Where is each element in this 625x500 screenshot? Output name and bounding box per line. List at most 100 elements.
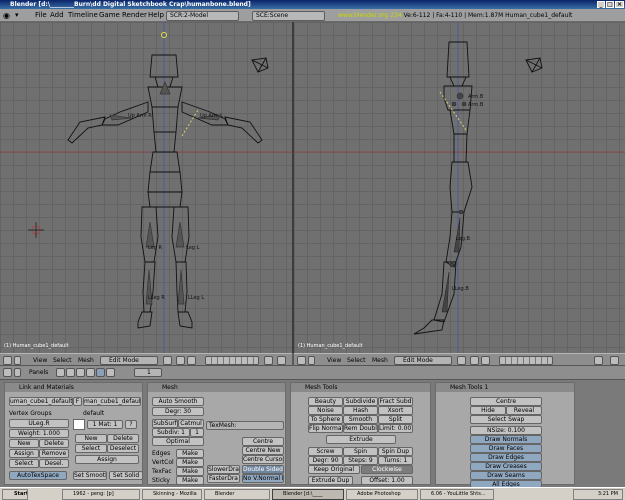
draw-normals-toggle[interactable]: Draw Normals (470, 435, 542, 444)
fake-user-toggle[interactable]: F (73, 397, 82, 406)
draw-faces-toggle[interactable]: Draw Faces (470, 444, 542, 453)
texface-make-button[interactable]: Make (176, 467, 204, 476)
pivot-icon[interactable] (176, 356, 185, 365)
set-smooth-button[interactable]: Set Smooth (73, 471, 107, 480)
to-sphere-button[interactable]: To Sphere (308, 415, 343, 424)
select-swap-button[interactable]: Select Swap (470, 415, 542, 424)
faster-draw-button[interactable]: FasterDra (207, 474, 240, 483)
scene-selector[interactable]: SCE:Scene (252, 11, 325, 21)
taskbar-item-irc[interactable]: 1962 - peng: [p] (62, 489, 140, 500)
hide-button[interactable]: Hide (470, 406, 506, 415)
lock-icon-2[interactable] (594, 356, 603, 365)
vertcol-make-button[interactable]: Make (176, 458, 204, 467)
vgroup-deselect-button[interactable]: Desel. (39, 459, 69, 468)
edges-make-button[interactable]: Make (176, 449, 204, 458)
set-solid-button[interactable]: Set Solid (109, 471, 143, 480)
maximize-button[interactable]: □ (606, 1, 614, 8)
view-menu-2[interactable]: View (327, 356, 341, 365)
draw-type-icon-2[interactable] (457, 356, 466, 365)
material-deselect-button[interactable]: Deselect (107, 444, 139, 453)
material-delete-button[interactable]: Delete (107, 434, 139, 443)
logic-context-icon[interactable] (56, 368, 65, 377)
slower-draw-button[interactable]: SlowerDra (207, 465, 240, 474)
clockwise-toggle[interactable]: Clockwise (361, 465, 413, 474)
menu-help[interactable]: Help (148, 9, 164, 22)
smooth-button[interactable]: Smooth (343, 415, 378, 424)
shading-context-icon[interactable] (76, 368, 85, 377)
fract-subd-button[interactable]: Fract Subd (378, 397, 413, 406)
vgroup-assign-button[interactable]: Assign (9, 449, 39, 458)
taskbar-item-blender[interactable]: Blender (204, 489, 270, 500)
spin-button[interactable]: Spin (343, 447, 378, 456)
render-preview-icon-2[interactable] (610, 356, 619, 365)
vgroup-remove-button[interactable]: Remove (39, 449, 69, 458)
vgroup-delete-button[interactable]: Delete (39, 439, 69, 448)
subdiv-level-field[interactable]: Subdiv: 1 (152, 428, 190, 437)
material-assign-button[interactable]: Assign (75, 455, 139, 464)
material-select-button[interactable]: Select (75, 444, 107, 453)
screen-selector[interactable]: SCR:2-Model (166, 11, 239, 21)
object-name-field[interactable]: man_cube1_default (83, 397, 141, 406)
close-button[interactable]: × (615, 1, 624, 8)
panel-title-mesh-tools-1[interactable]: Mesh Tools 1 (436, 383, 574, 392)
limit-field[interactable]: Limit: 0.001 (378, 424, 413, 433)
buttons-collapse-icon[interactable] (14, 368, 21, 377)
centre-button[interactable]: Centre (242, 437, 284, 446)
menu-render[interactable]: Render (122, 9, 147, 22)
extrude-button[interactable]: Extrude (326, 435, 396, 444)
script-context-icon[interactable] (66, 368, 75, 377)
collapse-menu-icon-2[interactable] (308, 356, 315, 365)
extrude-dup-button[interactable]: Extrude Dup (308, 476, 353, 485)
material-new-button[interactable]: New (75, 434, 107, 443)
rem-double-button[interactable]: Rem Double (343, 424, 378, 433)
layer-buttons[interactable] (205, 356, 259, 365)
subsurf-toggle[interactable]: SubSurf (152, 419, 178, 428)
spin-dup-button[interactable]: Spin Dup (378, 447, 413, 456)
spin-steps-field[interactable]: Steps: 9 (343, 456, 378, 465)
screw-button[interactable]: Screw (308, 447, 343, 456)
select-menu[interactable]: Select (53, 356, 72, 365)
object-context-icon[interactable] (86, 368, 95, 377)
double-sided-toggle[interactable]: Double Sided (242, 465, 284, 474)
buttons-editor-type-icon[interactable] (3, 368, 12, 377)
offset-field[interactable]: Offset: 1.00 (361, 476, 413, 485)
lock-icon[interactable] (264, 356, 273, 365)
vertex-group-selector[interactable]: ULeg.R (9, 419, 69, 428)
sticky-make-button[interactable]: Make (176, 476, 204, 485)
minimize-button[interactable]: _ (597, 1, 605, 8)
mode-selector-2[interactable]: Edit Mode (394, 356, 452, 365)
mode-selector[interactable]: Edit Mode (100, 356, 158, 365)
centre-tool-button[interactable]: Centre (470, 397, 542, 406)
autosmooth-degr-field[interactable]: Degr: 30 (152, 407, 204, 416)
draw-seams-toggle[interactable]: Draw Seams (470, 471, 542, 480)
centre-new-button[interactable]: Centre New (242, 446, 284, 455)
subsurf-type-selector[interactable]: Catmul (178, 419, 204, 428)
scene-context-icon[interactable] (106, 368, 115, 377)
draw-creases-toggle[interactable]: Draw Creases (470, 462, 542, 471)
manipulator-icon[interactable] (187, 356, 196, 365)
vgroup-new-button[interactable]: New (9, 439, 39, 448)
nsize-field[interactable]: NSize: 0.100 (470, 426, 542, 435)
texmesh-field[interactable]: TexMesh: (206, 421, 284, 430)
taskbar-item-photoshop[interactable]: Adobe Photoshop (346, 489, 418, 500)
3d-viewport-front[interactable]: Up Arm R Up Arm L Leg R Leg L LLeg R LLe… (0, 22, 292, 353)
beauty-toggle[interactable]: Beauty (308, 397, 343, 406)
menu-file[interactable]: File (35, 9, 47, 22)
blender-icon[interactable]: ◉ (3, 9, 10, 22)
spin-degr-field[interactable]: Degr: 90 (308, 456, 343, 465)
material-color-swatch[interactable] (73, 419, 85, 430)
mesh-menu-2[interactable]: Mesh (372, 356, 388, 365)
start-button[interactable]: Start (2, 489, 28, 500)
panel-title-mesh-tools[interactable]: Mesh Tools (291, 383, 430, 392)
auto-smooth-toggle[interactable]: Auto Smooth (152, 397, 204, 406)
view-menu[interactable]: View (33, 356, 47, 365)
spin-turns-field[interactable]: Turns: 1 (378, 456, 413, 465)
frame-field[interactable]: 1 (134, 368, 162, 377)
flip-normal-button[interactable]: Flip Normal (308, 424, 343, 433)
menu-game[interactable]: Game (99, 9, 120, 22)
subdivide-button[interactable]: Subdivide (343, 397, 378, 406)
menu-timeline[interactable]: Timeline (68, 9, 98, 22)
3d-viewport-side[interactable]: Arm.B Arm.B Leg.B LLeg.B (1) Human_cube1… (294, 22, 625, 353)
weight-slider[interactable]: Weight: 1.000 (9, 429, 69, 438)
centre-cursor-button[interactable]: Centre Cursor (242, 455, 284, 464)
